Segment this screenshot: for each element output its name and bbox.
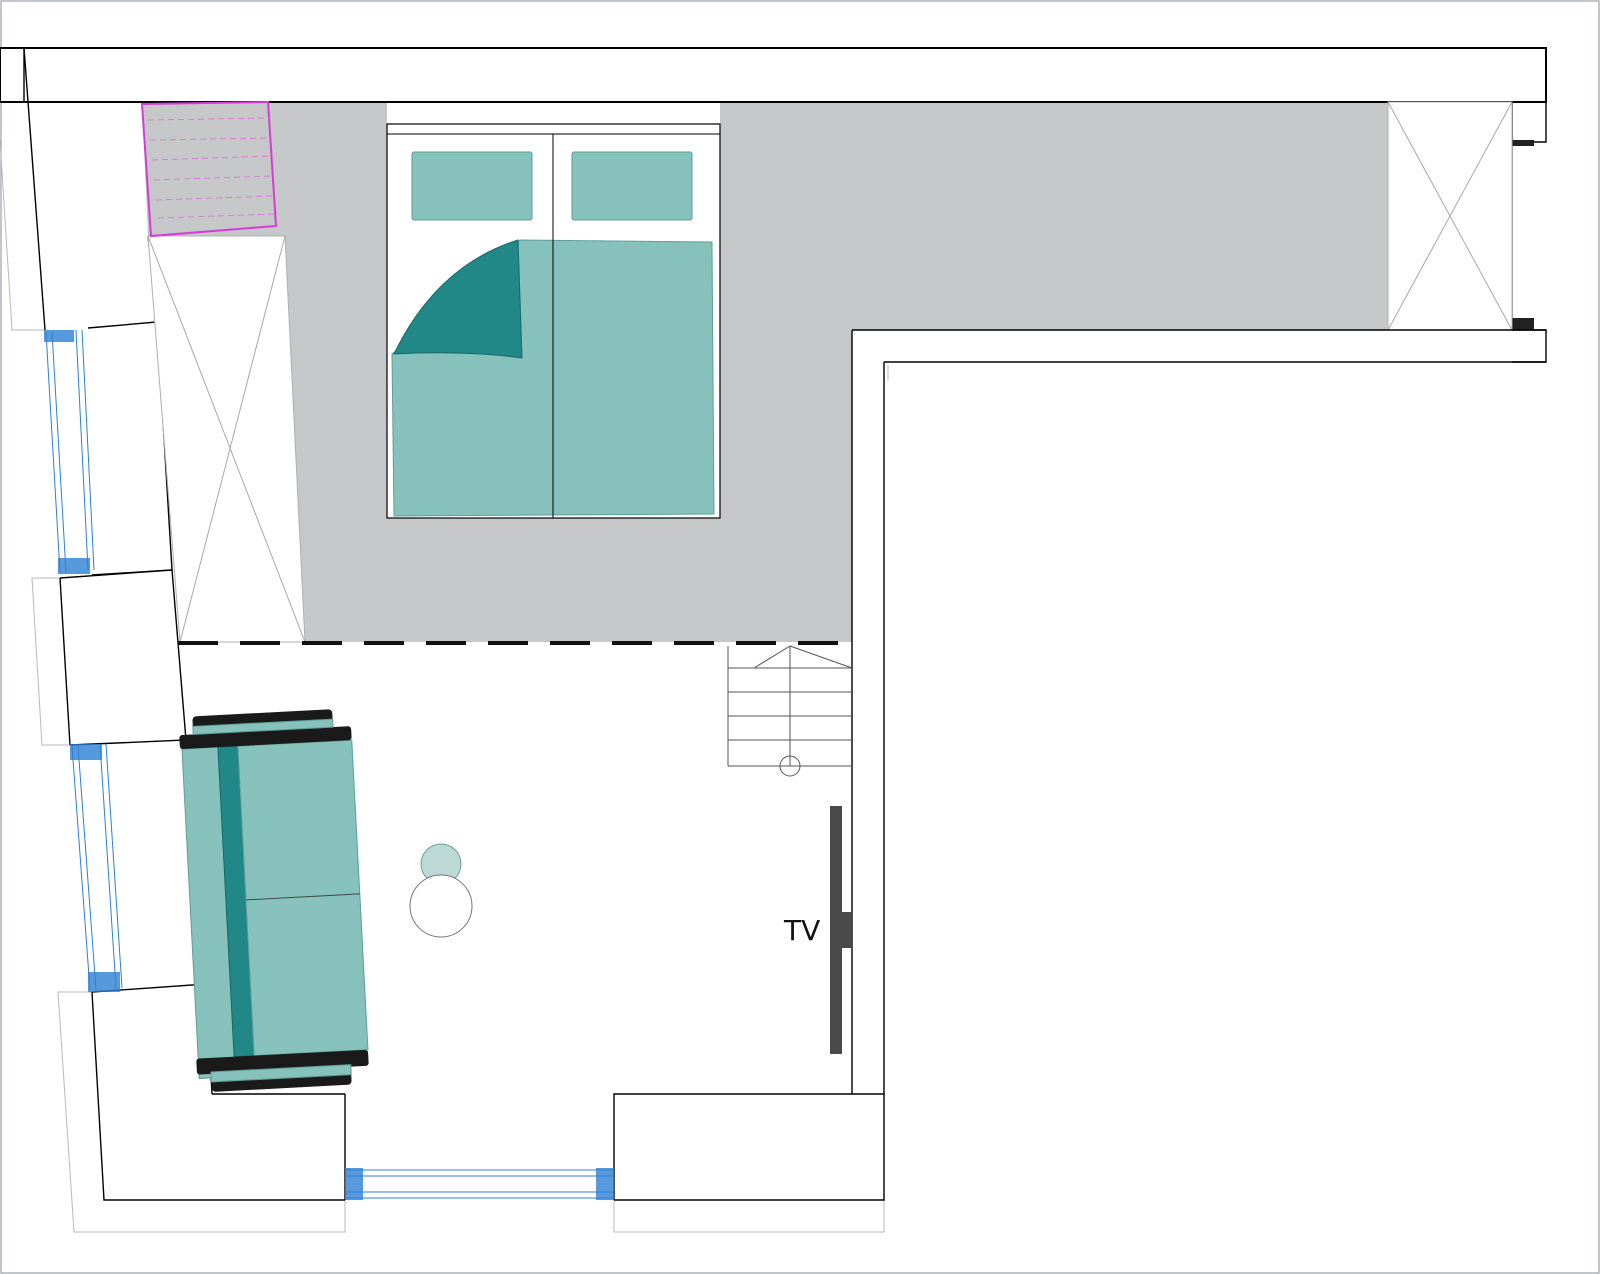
closet-left bbox=[147, 235, 306, 643]
bedroom-floor bbox=[142, 102, 1388, 642]
closet-right bbox=[1387, 101, 1513, 331]
stairs bbox=[727, 645, 853, 777]
right-wall-stub bbox=[1511, 101, 1547, 363]
window-bottom bbox=[345, 1168, 614, 1200]
bottom-wall-right bbox=[613, 1093, 885, 1201]
window-left-upper bbox=[44, 329, 95, 574]
pillow-left bbox=[411, 151, 533, 221]
window-left-lower bbox=[70, 743, 123, 992]
tv: TV bbox=[783, 806, 852, 1054]
inner-corner-wall bbox=[851, 329, 1546, 1094]
double-bed bbox=[386, 123, 721, 519]
side-table bbox=[409, 843, 473, 938]
floor-plan: TV bbox=[0, 0, 1600, 1274]
sofa bbox=[179, 709, 369, 1092]
tv-label: TV bbox=[783, 914, 820, 947]
upper-wall bbox=[0, 47, 1547, 103]
pillow-right bbox=[571, 151, 693, 221]
